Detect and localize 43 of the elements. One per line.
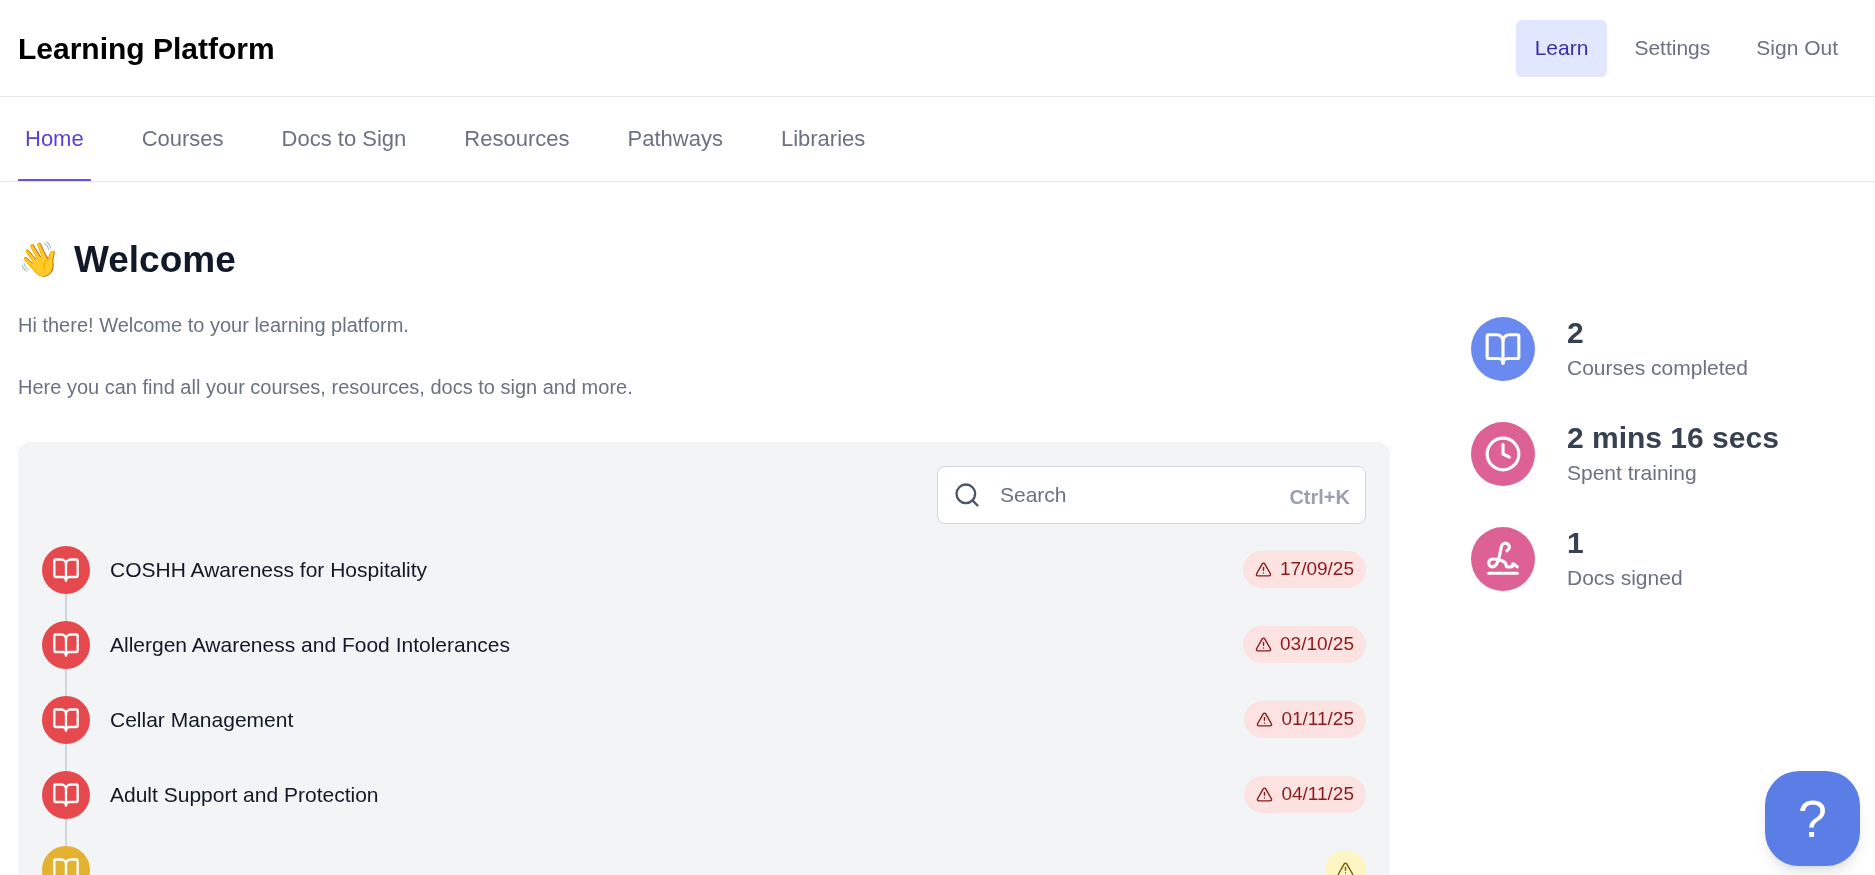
welcome-heading: Welcome: [74, 238, 236, 282]
book-icon: [52, 855, 80, 875]
warning-icon: [1255, 561, 1273, 578]
warning-icon: [1256, 786, 1274, 803]
book-icon: [52, 555, 80, 584]
search-icon: [953, 480, 981, 509]
waving-hand-emoji: 👋: [18, 239, 60, 281]
welcome-text: Here you can find all your courses, resources, docs to sign and more.: [18, 374, 634, 400]
nav-button[interactable]: Sign Out: [1737, 19, 1857, 77]
due-date: 17/09/25: [1280, 557, 1354, 582]
warning-icon: [1255, 636, 1273, 653]
stat-label: Courses completed: [1567, 354, 1748, 381]
shortcut-hint: Ctrl+K: [1289, 484, 1350, 510]
warning-icon: [1256, 711, 1274, 728]
nav-tab[interactable]: Home: [18, 97, 91, 181]
course-title[interactable]: COSHH Awareness for Hospitality: [110, 553, 428, 586]
nav-tab[interactable]: Pathways: [620, 97, 730, 181]
due-date: 03/10/25: [1280, 632, 1354, 657]
nav-tab[interactable]: Libraries: [773, 97, 873, 181]
stat-label: Docs signed: [1567, 564, 1683, 591]
nav-tab[interactable]: Resources: [457, 97, 577, 181]
book-icon: [52, 705, 80, 734]
signature-icon: [1484, 539, 1522, 578]
app-title: Learning Platform: [18, 30, 275, 67]
welcome-text: Hi there! Welcome to your learning platform.: [18, 312, 410, 338]
stat-label: Spent training: [1567, 459, 1698, 486]
warning-icon: [1337, 861, 1354, 875]
nav-button[interactable]: Learn: [1515, 19, 1608, 77]
book-icon: [52, 780, 80, 809]
due-date: 04/11/25: [1281, 782, 1354, 807]
stat-value: 2: [1567, 315, 1585, 351]
stat-value: 2 mins 16 secs: [1567, 420, 1779, 456]
course-title[interactable]: Adult Support and Protection: [110, 778, 379, 811]
clock-icon: [1484, 434, 1522, 473]
due-date: 01/11/25: [1281, 707, 1354, 732]
help-button[interactable]: ?: [1765, 771, 1860, 866]
stat-value: 1: [1567, 525, 1585, 561]
nav-tab[interactable]: Docs to Sign: [274, 97, 414, 181]
nav-button[interactable]: Settings: [1615, 19, 1730, 77]
course-title[interactable]: Cellar Management: [110, 703, 294, 736]
book-icon: [52, 630, 80, 659]
course-title[interactable]: Allergen Awareness and Food Intolerances: [110, 628, 511, 661]
nav-tab[interactable]: Courses: [134, 97, 231, 181]
